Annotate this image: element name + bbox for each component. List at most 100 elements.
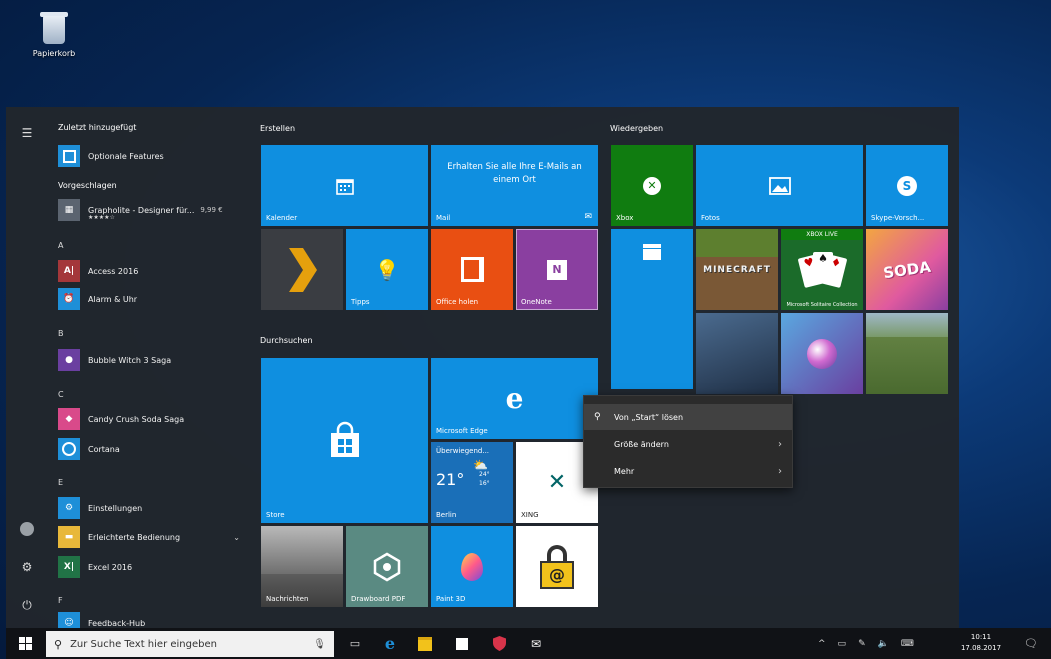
app-candy-crush[interactable]: ◆ Candy Crush Soda Saga	[58, 408, 248, 430]
expand-chevron-icon[interactable]: ⌄	[233, 533, 240, 542]
chevron-right-icon: ›	[778, 438, 782, 450]
edge-taskbar-icon[interactable]: e	[374, 628, 406, 659]
tile-minecraft[interactable]: MINECRAFT	[696, 229, 778, 310]
clapperboard-icon	[611, 243, 693, 261]
group-durchsuchen[interactable]: Durchsuchen	[260, 336, 313, 345]
tile-store[interactable]: Store	[261, 358, 428, 523]
battery-icon[interactable]: ▭	[838, 639, 847, 649]
settings-gear-icon[interactable]: ⚙	[17, 557, 37, 577]
clock-time: 10:11	[970, 633, 992, 641]
recycle-bin-icon	[38, 10, 70, 46]
tile-drawboard-pdf[interactable]: Drawboard PDF	[346, 526, 428, 607]
clock-date: 17.08.2017	[960, 644, 1002, 652]
windows-logo-icon	[18, 637, 32, 650]
app-alarm-uhr[interactable]: ⏰ Alarm & Uhr	[58, 288, 248, 310]
letter-c[interactable]: C	[58, 390, 64, 399]
ctx-resize[interactable]: Größe ändern ›	[584, 431, 792, 457]
mail-envelope-icon: ✉	[584, 212, 592, 222]
app-excel[interactable]: X| Excel 2016	[58, 556, 248, 578]
tile-xbox[interactable]: ✕ Xbox	[611, 145, 693, 226]
task-view-icon[interactable]: ▭	[339, 628, 371, 659]
app-grapholite[interactable]: ▦ Grapholite - Designer für... 9,99 € ★★…	[58, 199, 248, 221]
tile-onenote[interactable]: N OneNote	[516, 229, 598, 310]
letter-f[interactable]: F	[58, 596, 63, 605]
volume-icon[interactable]: 🔈	[878, 639, 889, 649]
features-icon	[58, 145, 80, 167]
letter-e[interactable]: E	[58, 478, 63, 487]
store-taskbar-icon[interactable]	[446, 628, 478, 659]
suggested-header: Vorgeschlagen	[58, 181, 117, 190]
tile-mail[interactable]: Erhalten Sie alle Ihre E-Mails an einem …	[431, 145, 598, 226]
ctx-unpin-from-start[interactable]: ⚲ Von „Start“ lösen	[584, 404, 792, 430]
tile-paint-3d[interactable]: Paint 3D	[431, 526, 513, 607]
weather-temperature: 21°	[436, 470, 465, 489]
partly-cloudy-icon: ⛅	[473, 458, 488, 472]
tile-secure-mail[interactable]: @	[516, 526, 598, 607]
start-button[interactable]	[6, 628, 44, 659]
app-einstellungen[interactable]: ⚙ Einstellungen	[58, 497, 248, 519]
app-cortana[interactable]: Cortana	[58, 438, 248, 460]
tile-nachrichten[interactable]: Nachrichten	[261, 526, 343, 607]
folder-icon: ▬	[58, 526, 80, 548]
app-access[interactable]: A| Access 2016	[58, 260, 248, 282]
excel-icon: X|	[58, 556, 80, 578]
weather-range: 24° 16°	[479, 471, 490, 487]
tile-filme-tv[interactable]	[611, 229, 693, 389]
app-feedback-hub[interactable]: ☺ Feedback-Hub	[58, 612, 248, 628]
candy-crush-icon: ◆	[58, 408, 80, 430]
action-center-icon[interactable]: 🗨	[1016, 628, 1046, 659]
bubble-witch-icon: ●	[58, 349, 80, 371]
hamburger-menu-icon[interactable]: ☰	[17, 123, 37, 143]
tile-edge[interactable]: e Microsoft Edge	[431, 358, 598, 439]
feedback-icon: ☺	[58, 612, 80, 628]
letter-a[interactable]: A	[58, 241, 63, 250]
tile-office[interactable]: O Office holen	[431, 229, 513, 310]
app-erleichterte-bedienung[interactable]: ▬ Erleichterte Bedienung ⌄	[58, 526, 248, 548]
tile-bubble-witch[interactable]	[781, 313, 863, 394]
playing-cards-icon: ♥ ♠ ♦	[781, 229, 863, 310]
system-tray: ^ ▭ ✎ 🔈 ⌨	[818, 628, 926, 659]
mail-taskbar-icon[interactable]: ✉	[520, 628, 552, 659]
tile-march-of-empires[interactable]	[696, 313, 778, 394]
plex-chevron-icon	[261, 229, 343, 310]
app-list: Zuletzt hinzugefügt Optionale Features V…	[48, 107, 253, 628]
weather-condition: Überwiegend...	[436, 447, 490, 455]
keyboard-icon[interactable]: ⌨	[901, 639, 914, 649]
tile-kalender[interactable]: Kalender	[261, 145, 428, 226]
settings-icon: ⚙	[58, 497, 80, 519]
tile-candy-crush-soda[interactable]: SODA	[866, 229, 948, 310]
ctx-more[interactable]: Mehr ›	[584, 458, 792, 484]
pen-icon[interactable]: ✎	[858, 639, 866, 649]
tile-tipps[interactable]: 💡 Tipps	[346, 229, 428, 310]
recycle-bin-shortcut[interactable]: Papierkorb	[26, 10, 82, 58]
app-bubble-witch[interactable]: ● Bubble Witch 3 Saga	[58, 349, 248, 371]
grapholite-icon: ▦	[58, 199, 80, 221]
bubble-witch-art-icon	[781, 313, 863, 394]
minecraft-logo: MINECRAFT	[703, 264, 771, 275]
power-icon[interactable]: ⏻	[17, 595, 37, 615]
file-explorer-icon[interactable]	[409, 628, 441, 659]
chevron-up-icon[interactable]: ^	[818, 639, 826, 649]
tile-skype[interactable]: S Skype-Vorsch...	[866, 145, 948, 226]
tile-fotos[interactable]: Fotos	[696, 145, 863, 226]
clock[interactable]: 10:11 17.08.2017	[954, 632, 1008, 654]
app-optionale-features[interactable]: Optionale Features	[58, 145, 248, 167]
microphone-icon[interactable]: 🎙	[313, 639, 326, 650]
chevron-right-icon: ›	[778, 465, 782, 477]
recycle-bin-label: Papierkorb	[32, 49, 76, 58]
store-bag-icon	[261, 358, 428, 523]
tile-age-of-empires[interactable]	[866, 313, 948, 394]
letter-b[interactable]: B	[58, 329, 64, 338]
taskbar-search-box[interactable]: ⚲ Zur Suche Text hier eingeben 🎙	[46, 631, 334, 657]
search-placeholder: Zur Suche Text hier eingeben	[70, 638, 217, 650]
user-avatar[interactable]	[17, 519, 37, 539]
tile-solitaire[interactable]: XBOX LIVE ♥ ♠ ♦ Microsoft Solitaire Coll…	[781, 229, 863, 310]
tile-plex[interactable]	[261, 229, 343, 310]
security-shield-icon[interactable]	[483, 628, 515, 659]
group-wiedergeben[interactable]: Wiedergeben	[610, 124, 663, 133]
search-icon: ⚲	[54, 637, 63, 651]
taskbar: ⚲ Zur Suche Text hier eingeben 🎙 ▭ e ✉ ^…	[6, 628, 1051, 659]
start-menu: ☰ ⚙ ⏻ Zuletzt hinzugefügt Optionale Feat…	[6, 107, 959, 628]
group-erstellen[interactable]: Erstellen	[260, 124, 295, 133]
tile-wetter[interactable]: Überwiegend... 21° 24° 16° ⛅ Berlin	[431, 442, 513, 523]
